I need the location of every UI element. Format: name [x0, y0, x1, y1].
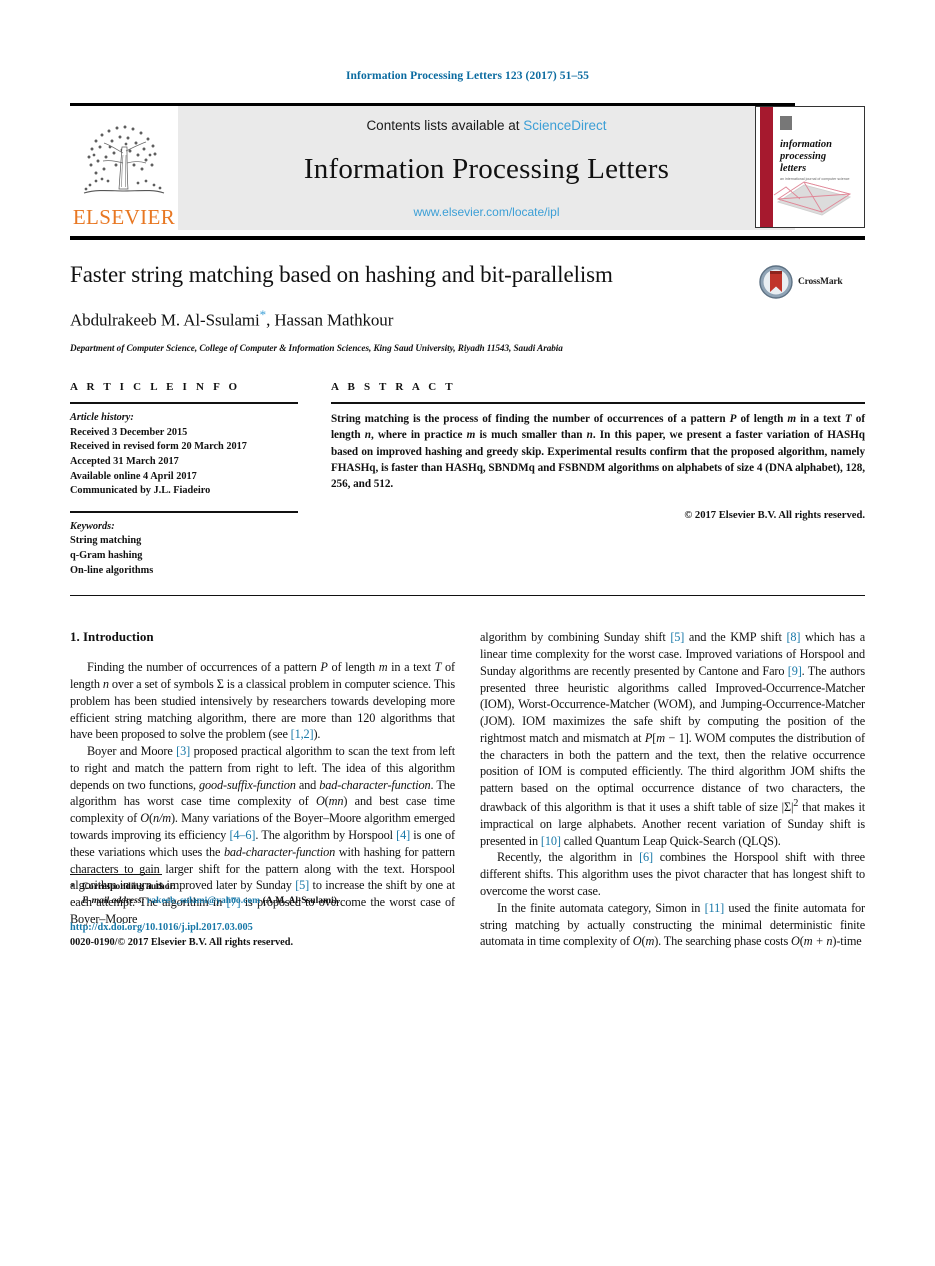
cover-art-icon: information processing letters an intern…	[756, 107, 864, 227]
history-revised: Received in revised form 20 March 2017	[70, 441, 247, 453]
article-history-group: Article history: Received 3 December 201…	[70, 411, 298, 499]
footnote-area: * Corresponding author. E-mail address: …	[70, 874, 455, 950]
masthead-bottom-rule	[70, 236, 865, 240]
journal-cover-thumbnail: information processing letters an intern…	[755, 106, 865, 228]
issn-copyright-line: 0020-0190/© 2017 Elsevier B.V. All right…	[70, 936, 294, 948]
footnote-corresponding: * Corresponding author.	[70, 880, 455, 894]
body-column-right: algorithm by combining Sunday shift [5] …	[480, 629, 865, 950]
history-accepted: Accepted 31 March 2017	[70, 455, 179, 467]
footnote-email: E-mail address: rakeeb_sulami@yahoo.com …	[70, 894, 455, 908]
paragraph: Recently, the algorithm in [6] combines …	[480, 850, 865, 898]
elsevier-logo: ELSEVIER	[70, 106, 178, 230]
author-secondary: , Hassan Mathkour	[266, 311, 394, 331]
keywords-rule	[70, 510, 298, 513]
footnote-rule	[70, 874, 162, 876]
paragraph: algorithm by combining Sunday shift [5] …	[480, 630, 866, 848]
elsevier-tree-icon	[83, 125, 165, 194]
keyword-item: q-Gram hashing	[70, 549, 143, 561]
affiliation: Department of Computer Science, College …	[70, 343, 563, 354]
contents-lists-prefix: Contents lists available at	[366, 118, 524, 133]
svg-text:information: information	[780, 139, 832, 150]
doi-link[interactable]: http://dx.doi.org/10.1016/j.ipl.2017.03.…	[70, 921, 455, 936]
doi-block: http://dx.doi.org/10.1016/j.ipl.2017.03.…	[70, 921, 455, 950]
footnote-email-link[interactable]: rakeeb_sulami@yahoo.com	[147, 895, 260, 906]
abstract-rule	[331, 402, 865, 405]
running-head: Information Processing Letters 123 (2017…	[345, 70, 590, 82]
history-received: Received 3 December 2015	[70, 426, 188, 438]
footnote-email-label: E-mail address:	[82, 895, 145, 906]
abstract-column: A B S T R A C T String matching is the p…	[331, 381, 865, 578]
svg-text:letters: letters	[780, 163, 806, 174]
masthead-center-panel: Contents lists available at ScienceDirec…	[178, 106, 795, 230]
author-primary: Abdulrakeeb M. Al-Ssulami	[70, 311, 260, 331]
journal-title: Information Processing Letters	[303, 152, 670, 185]
paragraph: In the finite automata category, Simon i…	[480, 900, 865, 949]
sciencedirect-link[interactable]: ScienceDirect	[523, 118, 606, 133]
paragraph: Finding the number of occurrences of a p…	[70, 660, 455, 742]
history-online: Available online 4 April 2017	[70, 470, 197, 482]
keywords-group: Keywords: String matching q-Gram hashing…	[70, 520, 298, 578]
contents-lists-line: Contents lists available at ScienceDirec…	[366, 118, 606, 133]
paper-page: Information Processing Letters 123 (2017…	[0, 0, 935, 1266]
crossmark-label: CrossMark	[798, 277, 843, 287]
section-heading-introduction: 1. Introduction	[70, 629, 154, 645]
author-list: Abdulrakeeb M. Al-Ssulami*, Hassan Mathk…	[70, 307, 865, 331]
keyword-item: String matching	[70, 535, 142, 547]
elsevier-wordmark: ELSEVIER	[72, 205, 176, 229]
crossmark-badge[interactable]: CrossMark	[759, 262, 867, 302]
article-info-kicker: A R T I C L E I N F O	[70, 381, 241, 394]
crossmark-icon	[759, 265, 793, 299]
info-abstract-region: A R T I C L E I N F O Article history: R…	[70, 381, 865, 578]
abstract-copyright: © 2017 Elsevier B.V. All rights reserved…	[684, 509, 865, 521]
article-info-rule	[70, 402, 298, 405]
footnote-star-marker: *	[70, 882, 75, 893]
page-title: Faster string matching based on hashing …	[70, 262, 613, 287]
title-block: Faster string matching based on hashing …	[70, 262, 865, 353]
svg-text:processing: processing	[779, 151, 826, 162]
keywords-label: Keywords:	[70, 520, 115, 532]
history-communicated: Communicated by J.L. Fiadeiro	[70, 485, 211, 497]
abstract-kicker: A B S T R A C T	[331, 381, 456, 394]
footnote-email-suffix: (A.M. Al-Ssulami).	[262, 895, 340, 906]
body-column-left: 1. Introduction Finding the number of oc…	[70, 629, 455, 950]
journal-masthead: ELSEVIER Contents lists available at Sci…	[70, 103, 865, 240]
abstract-bottom-rule	[70, 595, 865, 597]
abstract-text: String matching is the process of findin…	[331, 413, 865, 491]
journal-homepage-link[interactable]: www.elsevier.com/locate/ipl	[413, 205, 559, 219]
article-history-label: Article history:	[70, 412, 134, 424]
footnote-corresponding-text: Corresponding author.	[82, 881, 176, 893]
article-info-column: A R T I C L E I N F O Article history: R…	[70, 381, 298, 578]
svg-text:an international journal of co: an international journal of computer sci…	[780, 177, 850, 181]
body-columns: 1. Introduction Finding the number of oc…	[70, 629, 865, 950]
keyword-item: On-line algorithms	[70, 564, 154, 576]
